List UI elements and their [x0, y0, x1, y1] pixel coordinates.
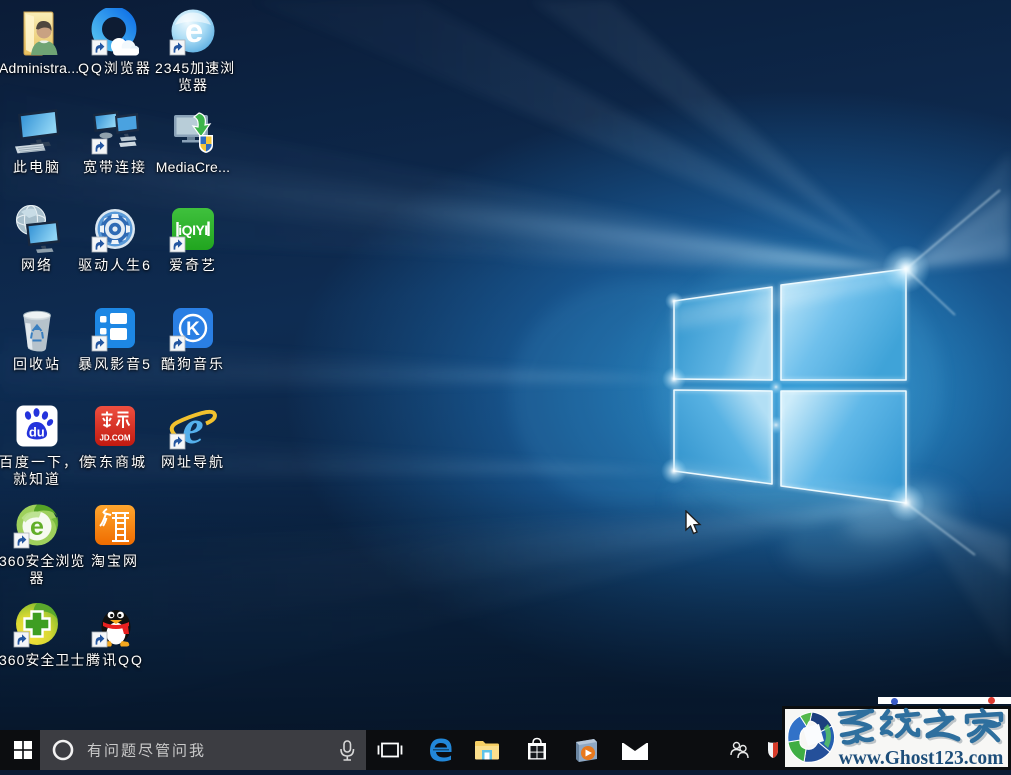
svg-text:www.Ghost123.com: www.Ghost123.com	[839, 748, 1004, 769]
svg-text:iQIYI: iQIYI	[178, 222, 207, 238]
svg-text:K: K	[186, 319, 200, 340]
svg-text:e: e	[182, 402, 203, 450]
svg-text:du: du	[29, 425, 45, 440]
svg-text:有问题尽管问我: 有问题尽管问我	[87, 743, 206, 760]
svg-text:e: e	[185, 12, 203, 49]
svg-text:JD.COM: JD.COM	[99, 434, 130, 443]
